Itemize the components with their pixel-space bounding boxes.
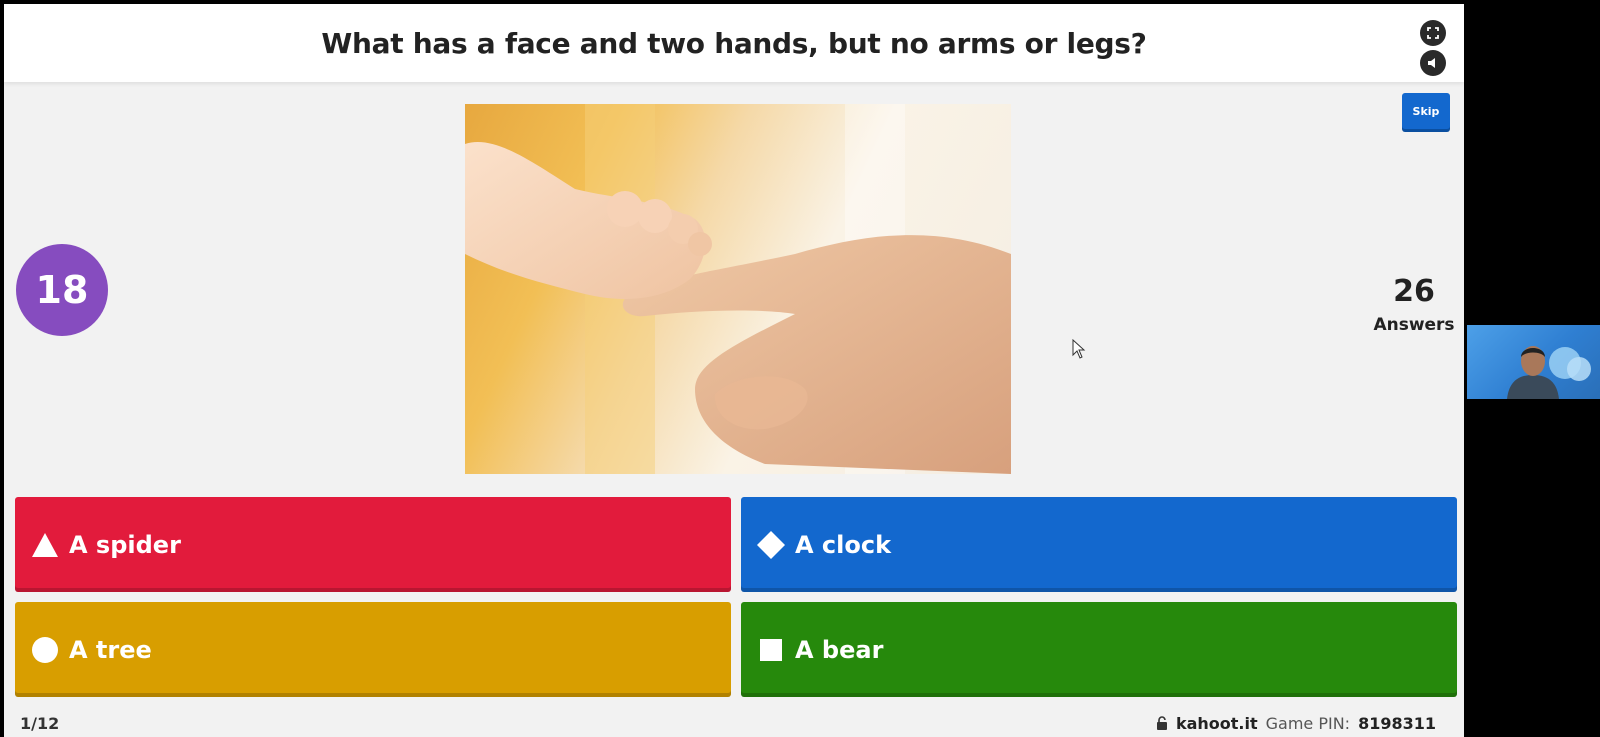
answer-label: A spider	[69, 530, 181, 559]
answers-count-label: Answers	[1373, 315, 1455, 335]
answer-option-blue[interactable]: A clock	[741, 497, 1457, 592]
baby-hand-photo	[465, 104, 1011, 474]
answers-counter: 26 Answers	[1366, 274, 1462, 335]
fullscreen-icon[interactable]	[1420, 20, 1446, 46]
pin-label: Game PIN:	[1265, 713, 1351, 733]
site-url: kahoot.it	[1175, 713, 1258, 733]
circle-icon	[29, 634, 61, 666]
mouse-cursor-icon	[1072, 339, 1086, 359]
answer-label: A tree	[69, 635, 152, 664]
question-image	[465, 104, 1011, 474]
volume-icon[interactable]	[1420, 50, 1446, 76]
footer-bar: 1/12 kahoot.it Game PIN: 8198311	[4, 709, 1464, 737]
game-pin: 8198311	[1358, 713, 1436, 733]
answer-option-yellow[interactable]: A tree	[15, 602, 731, 697]
question-bar: What has a face and two hands, but no ar…	[4, 4, 1464, 82]
answer-option-red[interactable]: A spider	[15, 497, 731, 592]
game-pin-area: kahoot.it Game PIN: 8198311	[1156, 714, 1436, 733]
lock-icon	[1156, 716, 1167, 730]
kahoot-stage: What has a face and two hands, but no ar…	[4, 4, 1464, 737]
diamond-icon	[755, 529, 787, 561]
answer-option-green[interactable]: A bear	[741, 602, 1457, 697]
question-progress: 1/12	[20, 713, 60, 733]
answer-grid: A spider A clock A tree A bear	[15, 497, 1457, 697]
answer-label: A bear	[795, 635, 884, 664]
timer-badge: 18	[16, 244, 108, 336]
skip-button[interactable]: Skip	[1402, 93, 1450, 129]
webcam-thumbnail	[1467, 325, 1600, 399]
question-text: What has a face and two hands, but no ar…	[321, 26, 1147, 60]
triangle-icon	[29, 529, 61, 561]
answer-label: A clock	[795, 530, 892, 559]
answers-count-number: 26	[1393, 274, 1435, 309]
square-icon	[755, 634, 787, 666]
